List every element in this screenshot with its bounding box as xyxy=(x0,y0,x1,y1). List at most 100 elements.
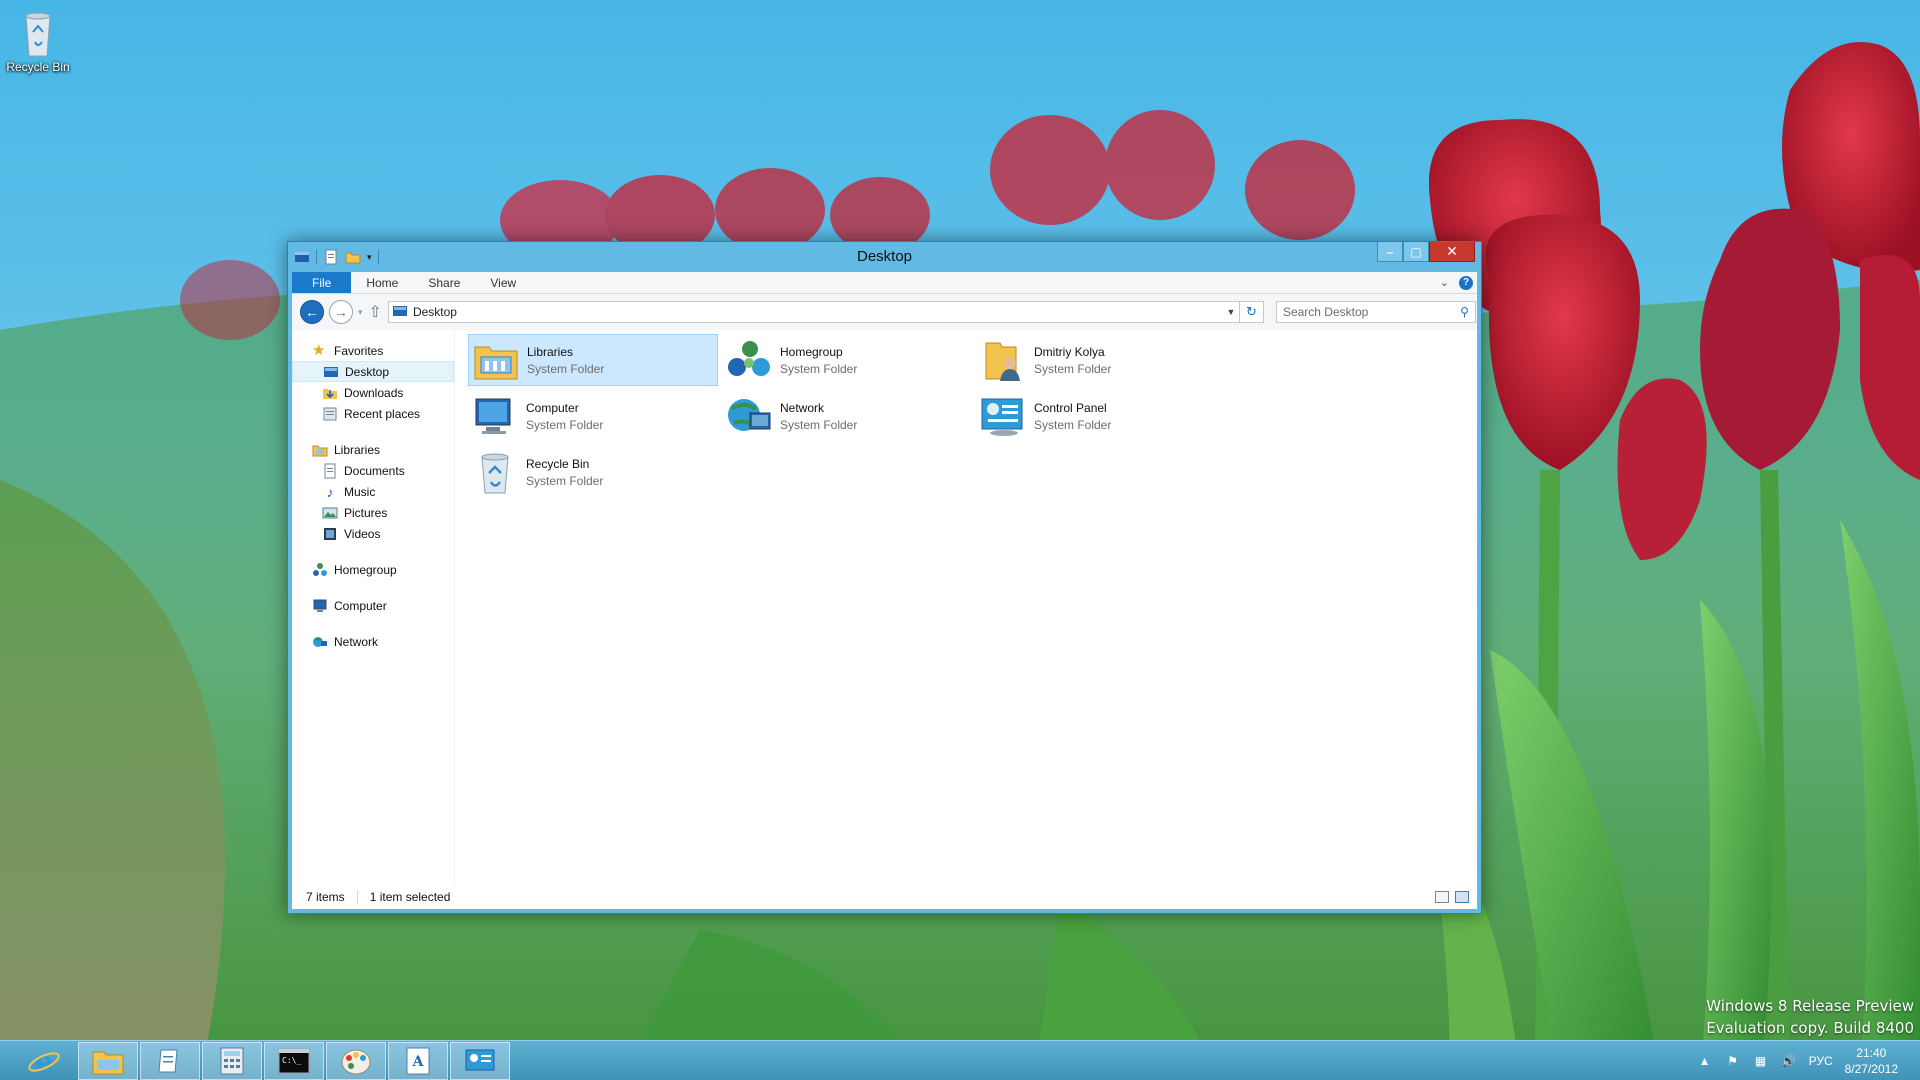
address-dropdown-icon[interactable]: ▼ xyxy=(1223,307,1239,317)
nav-libraries[interactable]: Libraries xyxy=(292,439,454,460)
svg-text:A: A xyxy=(412,1054,425,1070)
window-title: Desktop xyxy=(856,248,913,265)
maximize-icon: ▢ xyxy=(1410,244,1422,259)
nav-label: Recent places xyxy=(344,406,421,421)
watermark-line: Evaluation copy. Build 8400 xyxy=(1706,1019,1914,1037)
close-button[interactable]: ✕ xyxy=(1429,242,1475,262)
clock-time: 21:40 xyxy=(1856,1046,1887,1060)
desktop-icon xyxy=(324,366,338,377)
maximize-button[interactable]: ▢ xyxy=(1403,242,1429,262)
input-language[interactable]: РУС xyxy=(1809,1054,1833,1068)
item-computer[interactable]: Computer System Folder xyxy=(468,390,718,442)
desktop-folder-icon xyxy=(392,306,407,316)
item-type: System Folder xyxy=(780,417,858,432)
address-bar[interactable]: Desktop ▼ xyxy=(387,301,1240,323)
search-icon[interactable]: ⚲ xyxy=(1460,305,1469,319)
tab-share[interactable]: Share xyxy=(413,272,475,293)
item-type: System Folder xyxy=(780,361,858,376)
system-tray: ▲ ⚑ ▦ 🔊 РУС 21:40 8/27/2012 xyxy=(1697,1041,1920,1080)
details-view-icon[interactable] xyxy=(1435,891,1449,903)
paint-icon xyxy=(341,1049,371,1075)
taskbar-command-prompt[interactable]: C:\_ xyxy=(264,1042,324,1080)
nav-item-music[interactable]: ♪ Music xyxy=(292,481,454,502)
explorer-window: ▾ Desktop – ▢ ✕ File Home Share View ⌄ ?… xyxy=(287,241,1482,914)
nav-label: Music xyxy=(344,484,376,499)
show-hidden-icons-icon[interactable]: ▲ xyxy=(1697,1053,1713,1069)
libraries-icon xyxy=(312,445,328,456)
taskbar-file-explorer[interactable] xyxy=(78,1042,138,1080)
desktop-icon-recycle-bin[interactable]: Recycle Bin xyxy=(4,6,72,74)
volume-icon[interactable]: 🔊 xyxy=(1781,1053,1797,1069)
minimize-button[interactable]: – xyxy=(1377,242,1403,262)
homegroup-icon xyxy=(313,562,327,576)
nav-computer[interactable]: Computer xyxy=(292,595,454,616)
nav-network[interactable]: Network xyxy=(292,631,454,652)
nav-item-downloads[interactable]: Downloads xyxy=(292,382,454,403)
star-icon: ★ xyxy=(312,341,326,359)
back-button[interactable]: ← xyxy=(300,300,324,324)
notepad-icon xyxy=(158,1049,178,1073)
nav-item-videos[interactable]: Videos xyxy=(292,523,454,544)
title-bar[interactable]: ▾ Desktop – ▢ ✕ xyxy=(288,242,1481,272)
nav-item-pictures[interactable]: Pictures xyxy=(292,502,454,523)
explorer-content: ★ Favorites Desktop Downloads Recent pla… xyxy=(292,330,1477,909)
item-name: Recycle Bin xyxy=(526,456,590,471)
refresh-icon: ↻ xyxy=(1245,304,1257,319)
search-input[interactable]: Search Desktop xyxy=(1283,305,1368,319)
recent-places-icon xyxy=(323,407,337,420)
nav-label: Pictures xyxy=(344,505,388,520)
taskbar-control-panel[interactable] xyxy=(450,1042,510,1080)
watermark-line: Windows 8 Release Preview xyxy=(1706,997,1914,1015)
large-icons-view-icon[interactable] xyxy=(1455,891,1469,903)
taskbar-wordpad[interactable]: A xyxy=(388,1042,448,1080)
forward-arrow-icon: → xyxy=(334,304,348,320)
help-icon[interactable]: ? xyxy=(1459,275,1473,290)
window-controls: – ▢ ✕ xyxy=(1377,242,1475,262)
tab-file[interactable]: File xyxy=(292,272,352,293)
expand-ribbon-icon[interactable]: ⌄ xyxy=(1440,276,1449,289)
nav-label: Homegroup xyxy=(334,562,397,577)
item-type: System Folder xyxy=(1034,361,1112,376)
item-control-panel[interactable]: Control Panel System Folder xyxy=(976,390,1226,442)
item-homegroup[interactable]: Homegroup System Folder xyxy=(722,334,972,386)
navigation-bar: ← → ▾ ⇧ Desktop ▼ ↻ Search Desktop ⚲ xyxy=(292,294,1477,330)
item-libraries[interactable]: Libraries System Folder xyxy=(468,334,718,386)
tab-view[interactable]: View xyxy=(475,272,531,293)
item-network[interactable]: Network System Folder xyxy=(722,390,972,442)
ribbon-tabs: File Home Share View ⌄ ? xyxy=(292,272,1477,294)
nav-favorites[interactable]: ★ Favorites xyxy=(292,340,454,361)
item-name: Homegroup xyxy=(780,344,843,359)
control-panel-icon xyxy=(465,1049,495,1071)
libraries-folder-icon xyxy=(474,346,518,380)
user-folder-icon xyxy=(985,342,1020,381)
nav-homegroup[interactable]: Homegroup xyxy=(292,559,454,580)
clock[interactable]: 21:40 8/27/2012 xyxy=(1845,1045,1898,1077)
nav-label: Favorites xyxy=(334,343,384,358)
svg-text:C:\_: C:\_ xyxy=(282,1056,301,1065)
item-recycle-bin[interactable]: Recycle Bin System Folder xyxy=(468,446,718,498)
nav-item-documents[interactable]: Documents xyxy=(292,460,454,481)
nav-label: Documents xyxy=(344,463,405,478)
taskbar-paint[interactable] xyxy=(326,1042,386,1080)
search-box[interactable]: Search Desktop ⚲ xyxy=(1275,301,1476,323)
tab-home[interactable]: Home xyxy=(351,272,413,293)
recent-locations-icon[interactable]: ▾ xyxy=(358,307,363,318)
network-status-icon[interactable]: ▦ xyxy=(1753,1053,1769,1069)
status-bar: 7 items 1 item selected xyxy=(292,885,1477,909)
refresh-button[interactable]: ↻ xyxy=(1239,301,1264,323)
item-name: Computer xyxy=(526,400,579,415)
item-type: System Folder xyxy=(526,417,604,432)
documents-icon xyxy=(324,463,336,478)
nav-item-recent-places[interactable]: Recent places xyxy=(292,403,454,424)
up-one-level-icon[interactable]: ⇧ xyxy=(369,302,382,322)
nav-item-desktop[interactable]: Desktop xyxy=(292,361,454,382)
address-path: Desktop xyxy=(412,305,457,319)
taskbar-notepad[interactable] xyxy=(140,1042,200,1080)
forward-button[interactable]: → xyxy=(329,300,353,324)
action-center-flag-icon[interactable]: ⚑ xyxy=(1725,1053,1741,1069)
internet-explorer-icon: e xyxy=(28,1045,60,1078)
item-dmitriy-kolya[interactable]: Dmitriy Kolya System Folder xyxy=(976,334,1226,386)
taskbar-internet-explorer[interactable]: e xyxy=(14,1042,74,1080)
taskbar-calculator[interactable] xyxy=(202,1042,262,1080)
status-separator xyxy=(356,890,358,904)
